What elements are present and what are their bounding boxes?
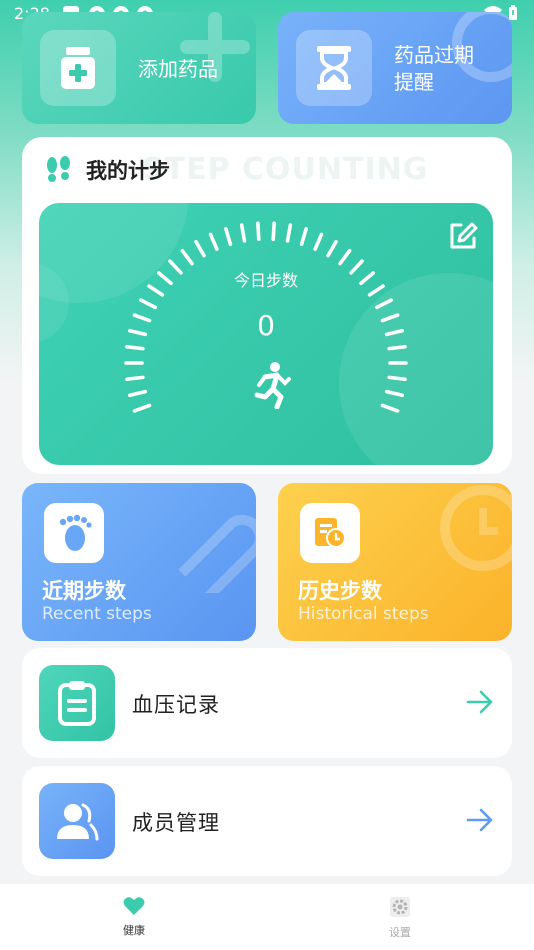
gauge-tick xyxy=(299,227,308,247)
blood-pressure-record-item[interactable]: 血压记录 xyxy=(22,648,512,758)
gauge-tick xyxy=(326,239,338,258)
gear-icon xyxy=(390,897,410,917)
gauge-tick xyxy=(256,221,261,242)
gauge-tick xyxy=(380,403,400,413)
heart-icon xyxy=(123,897,145,915)
nav-health-tab[interactable]: 健康 xyxy=(104,896,164,938)
running-person-icon xyxy=(254,362,291,409)
arrow-right-icon xyxy=(466,808,493,832)
step-counting-watermark: STEP COUNTING xyxy=(142,152,429,187)
gauge-tick xyxy=(387,375,407,382)
today-steps-label: 今日步数 xyxy=(233,271,298,290)
clipboard-icon xyxy=(58,681,96,726)
medicine-expiry-label-line1: 药品过期 xyxy=(394,43,474,67)
gauge-tick xyxy=(271,221,276,242)
decorative-clock-icon xyxy=(440,485,512,571)
footprint-icon-box xyxy=(44,503,104,563)
footprints-icon xyxy=(47,156,70,182)
hourglass-icon-box xyxy=(296,30,372,106)
medicine-expiry-label-line2: 提醒 xyxy=(394,70,434,94)
historical-steps-label: 历史步数 xyxy=(298,579,382,603)
add-medicine-label: 添加药品 xyxy=(138,57,218,81)
step-counting-card: STEP COUNTING 我的计步 今日步数 0 xyxy=(22,137,512,474)
history-document-clock-icon xyxy=(315,518,346,548)
clipboard-icon-box xyxy=(39,665,115,741)
members-icon xyxy=(57,803,99,841)
gauge-tick xyxy=(375,298,393,310)
today-steps-value: 0 xyxy=(257,309,275,342)
nav-settings-label: 设置 xyxy=(389,926,411,939)
member-management-label: 成员管理 xyxy=(132,811,220,835)
gauge-tick xyxy=(384,389,405,398)
gauge-tick xyxy=(139,298,157,310)
member-management-item[interactable]: 成员管理 xyxy=(22,766,512,876)
recent-steps-label: 近期步数 xyxy=(42,579,126,603)
history-icon-box xyxy=(300,503,360,563)
my-step-counting-title: 我的计步 xyxy=(86,159,170,183)
medicine-bottle-icon xyxy=(61,47,95,89)
historical-steps-en-label: Historical steps xyxy=(298,604,429,624)
gauge-tick xyxy=(239,223,247,243)
recent-steps-card[interactable]: 近期步数 Recent steps xyxy=(22,483,256,641)
step-gauge-panel: 今日步数 0 xyxy=(39,203,493,465)
hourglass-icon xyxy=(317,46,351,90)
blood-pressure-record-label: 血压记录 xyxy=(132,693,220,717)
medicine-bottle-icon-box xyxy=(40,30,116,106)
footprint-icon xyxy=(59,514,92,551)
historical-steps-card[interactable]: 历史步数 Historical steps xyxy=(278,483,512,641)
arrow-right-icon xyxy=(466,690,493,714)
gauge-tick xyxy=(127,389,148,398)
gauge-tick xyxy=(132,403,152,413)
bottom-navigation: 健康 设置 xyxy=(0,884,534,950)
gauge-tick xyxy=(224,227,233,247)
gauge-tick xyxy=(194,239,206,258)
medicine-expiry-card[interactable]: 药品过期 提醒 xyxy=(278,12,512,124)
add-medicine-card[interactable]: 添加药品 xyxy=(22,12,256,124)
recent-steps-en-label: Recent steps xyxy=(42,604,152,624)
decorative-capsule-icon xyxy=(178,514,256,593)
gauge-tick xyxy=(285,223,293,243)
gauge-tick xyxy=(313,232,324,251)
gauge-tick xyxy=(387,344,407,351)
gauge-tick xyxy=(125,375,145,382)
nav-health-label: 健康 xyxy=(123,924,145,937)
members-icon-box xyxy=(39,783,115,859)
gauge-tick xyxy=(125,344,145,351)
gauge-tick xyxy=(338,248,352,266)
gauge-tick xyxy=(208,232,219,251)
nav-settings-tab[interactable]: 设置 xyxy=(370,896,430,940)
gauge-tick xyxy=(180,248,194,266)
